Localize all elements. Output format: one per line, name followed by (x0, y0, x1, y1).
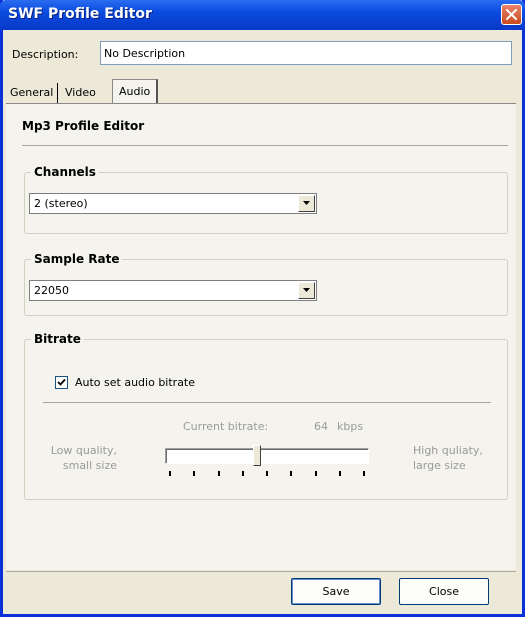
high-quality-label-1: High quliaty, (413, 444, 483, 457)
title-bar[interactable]: SWF Profile Editor (0, 0, 525, 30)
slider-tick (217, 471, 220, 476)
chevron-down-icon (303, 288, 310, 292)
bitrate-divider (43, 402, 491, 403)
profile-editor-window: SWF Profile Editor Description: General … (0, 0, 525, 617)
bitrate-legend: Bitrate (31, 332, 84, 346)
auto-bitrate-label[interactable]: Auto set audio bitrate (75, 376, 195, 389)
save-button[interactable]: Save (291, 578, 381, 605)
close-icon (506, 9, 517, 20)
button-bar: Save Close (6, 571, 516, 611)
tab-video[interactable]: Video (61, 83, 100, 103)
tab-audio[interactable]: Audio (112, 79, 159, 104)
sample-rate-value: 22050 (34, 284, 69, 297)
tab-label: Video (65, 86, 96, 99)
low-quality-label-2: small size (62, 459, 117, 472)
tab-label: Audio (119, 85, 151, 98)
channels-legend: Channels (31, 165, 99, 179)
slider-tick (338, 471, 341, 476)
tab-strip: General Video Audio (6, 79, 516, 104)
channels-select[interactable]: 2 (stereo) (29, 193, 317, 214)
window-title: SWF Profile Editor (8, 6, 152, 22)
slider-tick (169, 471, 171, 476)
check-icon (57, 378, 66, 386)
panel-title: Mp3 Profile Editor (22, 119, 145, 133)
tab-general[interactable]: General (6, 83, 59, 103)
channels-dropdown-button[interactable] (298, 195, 315, 212)
current-bitrate-value: 64 (314, 420, 328, 433)
slider-tick (363, 471, 365, 476)
slider-tick (193, 471, 196, 476)
low-quality-label-1: Low quality, (50, 444, 117, 457)
channels-value: 2 (stereo) (34, 197, 88, 210)
bitrate-slider-thumb[interactable] (253, 445, 262, 466)
close-window-button[interactable] (501, 4, 522, 25)
current-bitrate-label: Current bitrate: (183, 420, 269, 433)
slider-tick (290, 471, 293, 476)
chevron-down-icon (303, 201, 310, 205)
bitrate-group: Bitrate Auto set audio bitrate Current b… (24, 332, 508, 500)
audio-tab-panel: Mp3 Profile Editor Channels 2 (stereo) S… (6, 103, 516, 570)
bitrate-unit: kbps (337, 420, 364, 433)
tab-label: General (10, 86, 54, 99)
sample-rate-group: Sample Rate 22050 (24, 252, 508, 316)
slider-tick (241, 471, 244, 476)
channels-group: Channels 2 (stereo) (24, 165, 508, 234)
description-label: Description: (12, 48, 79, 61)
close-button[interactable]: Close (399, 578, 489, 605)
panel-divider (22, 145, 508, 146)
sample-rate-dropdown-button[interactable] (298, 282, 315, 299)
sample-rate-legend: Sample Rate (31, 252, 123, 266)
slider-tick (266, 471, 268, 476)
high-quality-label-2: large size (413, 459, 466, 472)
sample-rate-select[interactable]: 22050 (29, 280, 317, 301)
auto-bitrate-checkbox[interactable] (55, 376, 68, 389)
description-input[interactable] (100, 41, 512, 65)
slider-tick (314, 471, 317, 476)
bitrate-slider-track[interactable] (165, 448, 369, 464)
